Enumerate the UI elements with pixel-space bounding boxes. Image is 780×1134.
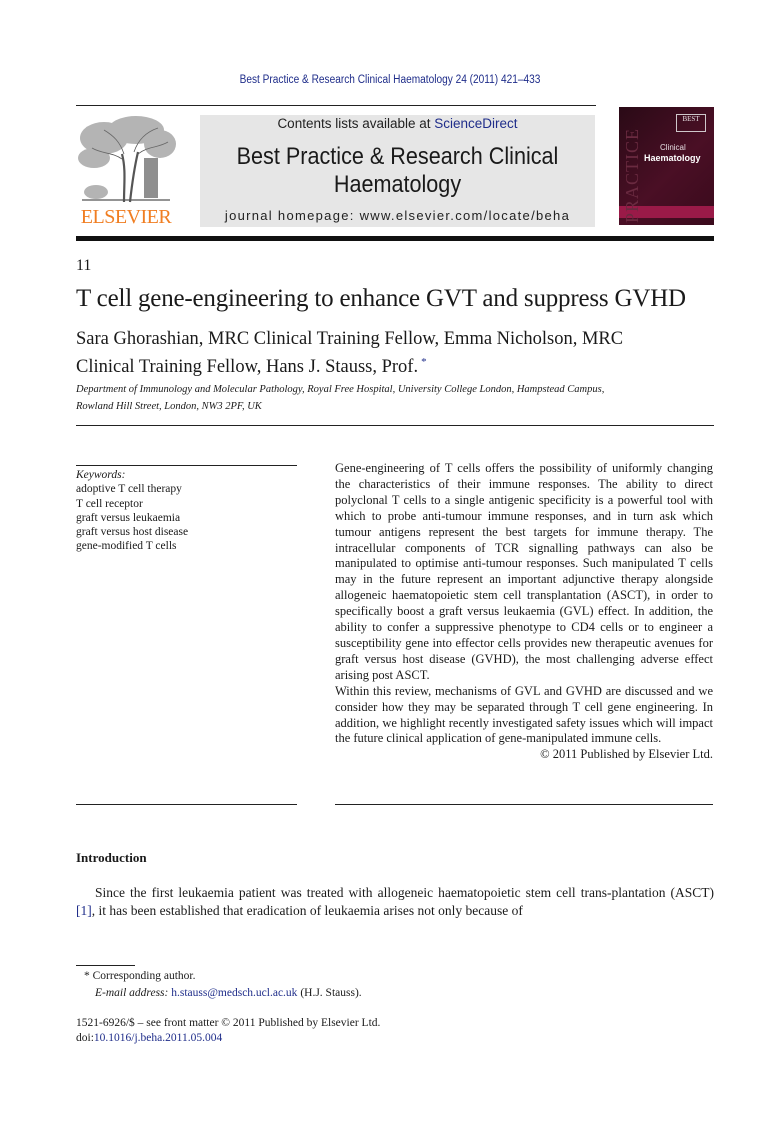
authors-line1: Sara Ghorashian, MRC Clinical Training F…	[76, 329, 624, 349]
section-heading-introduction: Introduction	[76, 850, 147, 865]
introduction-body: Since the first leukaemia patient was tr…	[76, 884, 714, 920]
footnote-marker: *	[84, 970, 90, 982]
keyword-item: T cell receptor	[76, 497, 143, 510]
journal-title-line2: Haematology	[333, 171, 462, 198]
abstract: Gene-engineering of T cells offers the p…	[335, 461, 713, 763]
keywords-bottom-divider	[76, 804, 297, 805]
header-thick-divider	[76, 236, 714, 241]
introduction-paragraph: Since the first leukaemia patient was tr…	[76, 884, 714, 920]
cover-haematology-label: Haematology	[644, 153, 701, 163]
authors-line2: Clinical Training Fellow, Hans J. Stauss…	[76, 357, 419, 378]
article-header-divider	[76, 425, 714, 426]
cover-best-label: BEST	[676, 114, 706, 132]
keywords-top-divider	[76, 465, 297, 466]
article-title: T cell gene-engineering to enhance GVT a…	[76, 285, 686, 312]
abstract-bottom-divider	[335, 804, 713, 805]
keyword-item: gene-modified T cells	[76, 540, 177, 553]
abstract-paragraph-1: Gene-engineering of T cells offers the p…	[335, 461, 713, 682]
corresponding-author-note: Corresponding author.	[92, 970, 196, 982]
journal-title-line1: Best Practice & Research Clinical	[236, 143, 559, 170]
affiliation-line2: Rowland Hill Street, London, NW3 2PF, UK	[76, 401, 262, 412]
footnote: * Corresponding author. E-mail address: …	[84, 968, 362, 1002]
corresponding-author-marker[interactable]: *	[421, 356, 427, 368]
elsevier-wordmark[interactable]: ELSEVIER	[74, 206, 178, 229]
cover-clinical-label: Clinical	[660, 143, 686, 152]
chapter-number: 11	[76, 257, 92, 274]
abstract-copyright: © 2011 Published by Elsevier Ltd.	[540, 747, 713, 762]
front-matter: 1521-6926/$ – see front matter © 2011 Pu…	[76, 1016, 380, 1046]
reference-link-1[interactable]: [1]	[76, 903, 92, 918]
cover-practice-label: PRACTICE	[622, 128, 642, 224]
journal-title: Best Practice & Research Clinical Haemat…	[220, 143, 576, 199]
contents-prefix: Contents lists available at	[277, 116, 435, 131]
intro-text-before-ref: Since the first leukaemia patient was tr…	[95, 885, 714, 900]
header-divider	[76, 105, 596, 106]
intro-text-after-ref: , it has been established that eradicati…	[91, 903, 523, 918]
affiliation-line1: Department of Immunology and Molecular P…	[76, 384, 605, 395]
keyword-item: graft versus host disease	[76, 526, 189, 539]
affiliation: Department of Immunology and Molecular P…	[76, 381, 716, 415]
keywords-box: Keywords: adoptive T cell therapy T cell…	[76, 468, 188, 554]
running-header[interactable]: Best Practice & Research Clinical Haemat…	[47, 74, 733, 86]
keywords-label: Keywords:	[76, 469, 126, 481]
email-label: E-mail address:	[95, 987, 169, 999]
front-matter-line: 1521-6926/$ – see front matter © 2011 Pu…	[76, 1017, 381, 1029]
journal-homepage-link[interactable]: journal homepage: www.elsevier.com/locat…	[200, 208, 595, 223]
email-link[interactable]: h.stauss@medsch.ucl.ac.uk	[171, 987, 297, 999]
doi-prefix: doi:	[76, 1032, 94, 1044]
contents-line: Contents lists available at ScienceDirec…	[200, 116, 595, 131]
keyword-item: adoptive T cell therapy	[76, 483, 182, 496]
authors: Sara Ghorashian, MRC Clinical Training F…	[76, 328, 716, 379]
email-owner: (H.J. Stauss).	[300, 987, 362, 999]
doi-link[interactable]: 10.1016/j.beha.2011.05.004	[94, 1032, 222, 1044]
sciencedirect-link[interactable]: ScienceDirect	[434, 116, 517, 131]
footnote-divider	[76, 965, 135, 966]
keyword-item: graft versus leukaemia	[76, 511, 181, 524]
abstract-paragraph-2: Within this review, mechanisms of GVL an…	[335, 683, 713, 746]
